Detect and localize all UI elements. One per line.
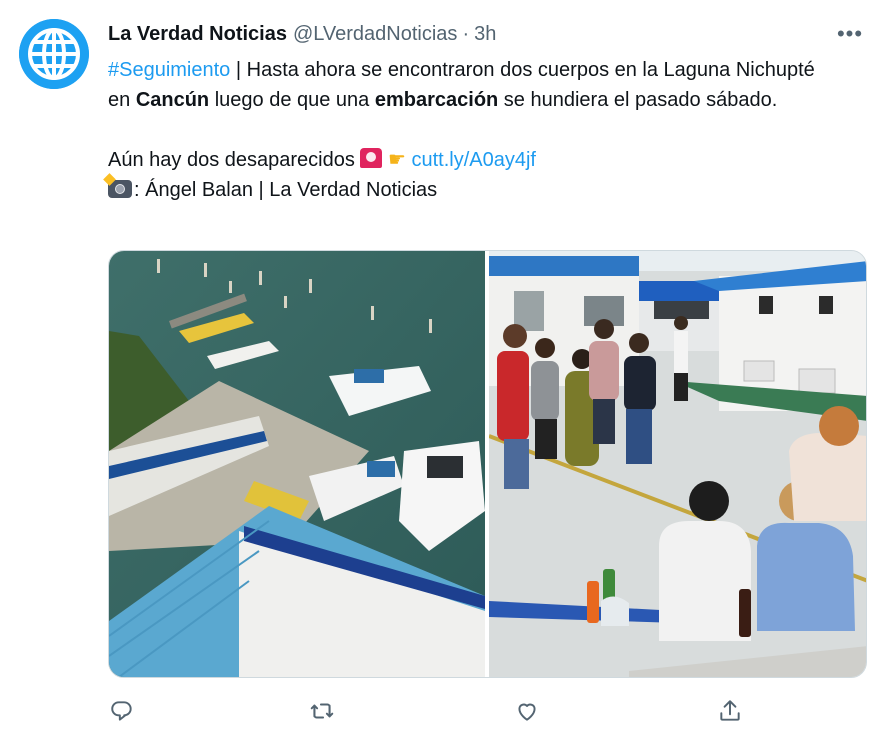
share-icon (720, 700, 740, 721)
tweet-paragraph-1: #Seguimiento | Hasta ahora se encontraro… (108, 55, 838, 115)
tweet-actions (108, 694, 865, 728)
tweet-header: La Verdad Noticias @LVerdadNoticias · 3h (108, 20, 859, 48)
retweet-button[interactable] (305, 694, 339, 728)
reply-icon (111, 701, 132, 721)
tweet-text: #Seguimiento | Hasta ahora se encontraro… (108, 55, 838, 205)
bold-embarcacion: embarcación (374, 89, 499, 111)
text-segment: Aún hay dos desaparecidos (108, 149, 361, 171)
siren-emoji-icon (360, 148, 383, 168)
more-options-icon[interactable]: ••• (835, 20, 865, 48)
people-dock-image (488, 251, 866, 677)
photo-people[interactable] (488, 251, 866, 677)
share-button[interactable] (713, 694, 747, 728)
text-segment: luego de que una (209, 89, 375, 111)
media-grid (108, 250, 867, 678)
marina-aerial-image (109, 251, 485, 677)
separator-dot: · (462, 22, 470, 45)
credit-text: : Ángel Balan | La Verdad Noticias (134, 179, 438, 201)
external-link[interactable]: cutt.ly/A0ay4jf (411, 149, 536, 171)
tweet-time[interactable]: 3h (474, 23, 496, 46)
tweet-paragraph-2: Aún hay dos desaparecidos ☛ cutt.ly/A0ay… (108, 145, 838, 175)
camera-flash-emoji-icon (108, 180, 132, 198)
avatar[interactable] (19, 19, 89, 89)
author-handle[interactable]: @LVerdadNoticias (293, 23, 457, 46)
reply-button[interactable] (105, 694, 139, 728)
bold-cancun: Cancún (135, 89, 210, 111)
photo-marina[interactable] (109, 251, 487, 677)
tweet-paragraph-3: : Ángel Balan | La Verdad Noticias (108, 175, 838, 205)
retweet-icon (310, 703, 334, 719)
like-icon (518, 703, 536, 721)
hashtag-link[interactable]: #Seguimiento (108, 59, 230, 81)
text-segment: se hundiera el pasado sábado. (498, 89, 778, 111)
author-name[interactable]: La Verdad Noticias (108, 23, 287, 46)
globe-logo-icon (19, 19, 89, 89)
like-button[interactable] (510, 694, 544, 728)
pointing-hand-emoji-icon: ☛ (387, 149, 406, 171)
